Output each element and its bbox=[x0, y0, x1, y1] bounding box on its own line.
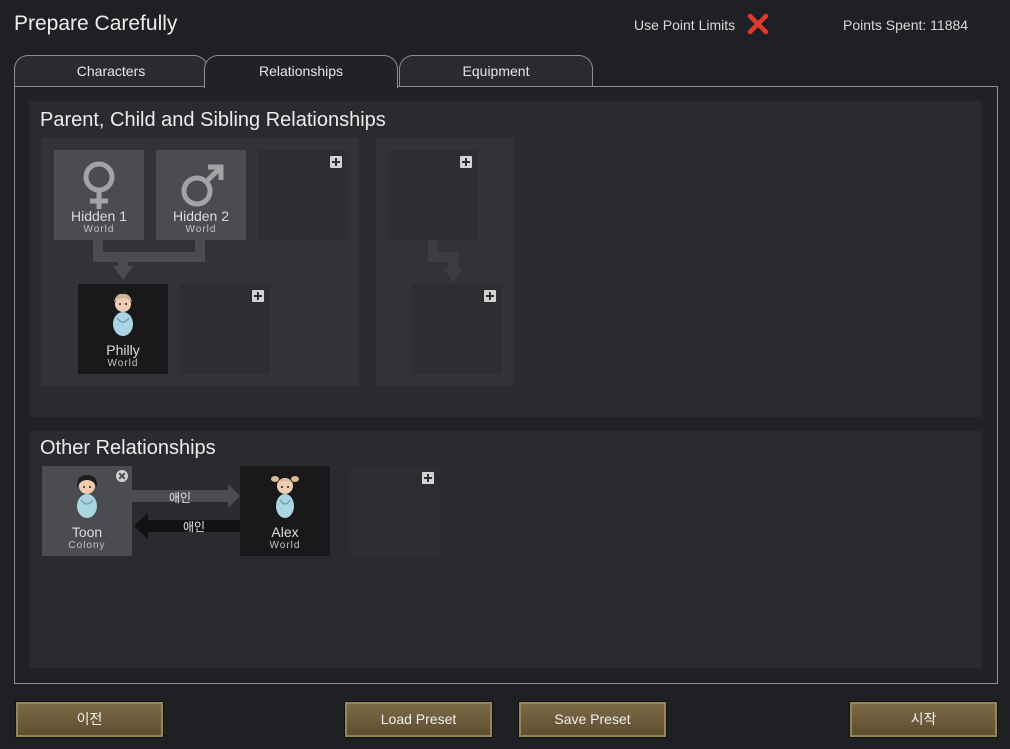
parent-location: World bbox=[83, 224, 115, 235]
points-spent-label: Points Spent: 11884 bbox=[843, 17, 969, 33]
add-relationship-slot[interactable] bbox=[350, 466, 440, 556]
add-child-slot[interactable] bbox=[180, 284, 270, 374]
tab-relationships[interactable]: Relationships bbox=[204, 55, 398, 88]
pawn-portrait-icon bbox=[271, 476, 299, 518]
add-plus-icon[interactable] bbox=[460, 156, 472, 168]
parent-child-connector bbox=[428, 240, 463, 282]
pawn-portrait-icon bbox=[76, 475, 98, 518]
pawn-name: Toon bbox=[71, 524, 103, 540]
child-slot-philly[interactable]: Philly World bbox=[78, 284, 168, 374]
page-title: Prepare Carefully bbox=[14, 12, 178, 35]
parent-name: Hidden 1 bbox=[70, 208, 128, 224]
pawn-location: Colony bbox=[68, 540, 106, 551]
back-button[interactable]: 이전 bbox=[16, 702, 163, 737]
relationships-panel: Parent, Child and Sibling Relationships … bbox=[14, 86, 998, 684]
add-plus-icon[interactable] bbox=[330, 156, 342, 168]
other-section-title: Other Relationships bbox=[40, 437, 216, 459]
add-parent-slot[interactable] bbox=[388, 150, 478, 240]
tab-characters[interactable]: Characters bbox=[14, 55, 208, 86]
save-preset-button[interactable]: Save Preset bbox=[519, 702, 666, 737]
point-limits-toggle-x-icon[interactable] bbox=[745, 11, 771, 37]
add-plus-icon[interactable] bbox=[484, 290, 496, 302]
family-section-title: Parent, Child and Sibling Relationships bbox=[40, 109, 386, 131]
female-symbol-icon bbox=[83, 161, 115, 209]
use-point-limits-label: Use Point Limits bbox=[634, 17, 736, 33]
pawn-portrait-icon bbox=[113, 293, 133, 336]
parent-child-connector bbox=[93, 238, 205, 280]
parent-slot-hidden-2[interactable]: Hidden 2 World bbox=[156, 150, 246, 240]
pawn-slot-toon[interactable]: Toon Colony bbox=[42, 466, 132, 556]
parent-name: Hidden 2 bbox=[172, 208, 230, 224]
tab-equipment[interactable]: Equipment bbox=[399, 55, 593, 86]
pawn-name: Alex bbox=[271, 524, 299, 540]
child-name: Philly bbox=[106, 342, 140, 358]
child-location: World bbox=[107, 358, 139, 369]
male-symbol-icon bbox=[181, 164, 224, 207]
start-button[interactable]: 시작 bbox=[850, 702, 997, 737]
pawn-slot-alex[interactable]: Alex World bbox=[240, 466, 330, 556]
relation-label-backward[interactable]: 애인 bbox=[148, 518, 240, 535]
parent-slot-hidden-1[interactable]: Hidden 1 World bbox=[54, 150, 144, 240]
parent-location: World bbox=[185, 224, 217, 235]
add-plus-icon[interactable] bbox=[252, 290, 264, 302]
load-preset-button[interactable]: Load Preset bbox=[345, 702, 492, 737]
add-child-slot[interactable] bbox=[412, 284, 502, 374]
other-relationships-section: Other Relationships Toon Colony 애인 애인 Al… bbox=[30, 431, 982, 668]
pawn-location: World bbox=[269, 540, 301, 551]
family-relationships-section: Parent, Child and Sibling Relationships … bbox=[30, 101, 982, 417]
add-plus-icon[interactable] bbox=[422, 472, 434, 484]
new-family-group bbox=[376, 138, 514, 386]
family-group: Hidden 1 World Hidden 2 World Philly Wor… bbox=[41, 138, 359, 386]
relation-label-forward[interactable]: 애인 bbox=[132, 489, 228, 506]
add-parent-slot[interactable] bbox=[258, 150, 348, 240]
remove-close-icon[interactable] bbox=[116, 470, 128, 482]
